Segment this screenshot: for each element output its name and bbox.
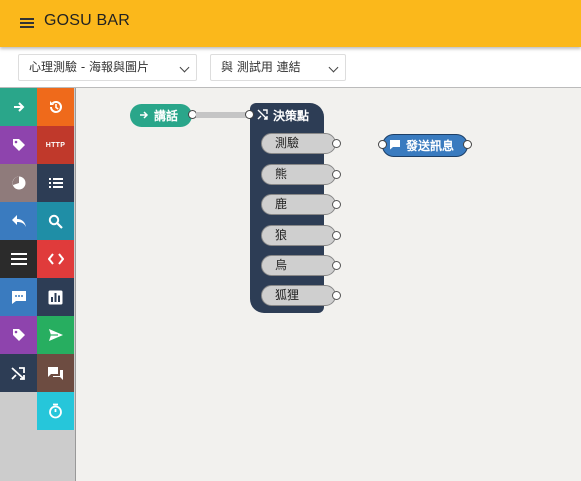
output-port[interactable] [332,200,341,209]
send-message-block[interactable]: 發送訊息 [378,134,472,157]
chat-dots-icon [11,290,27,305]
decision-option[interactable]: 熊 [261,164,341,185]
output-port[interactable] [332,170,341,179]
arrow-right-icon [12,100,26,114]
history-icon [48,99,64,115]
toolbox-reply-button[interactable] [0,202,37,240]
chat-icon [389,139,401,153]
toolbox-search-button[interactable] [37,202,74,240]
toolbox-talk-button[interactable] [0,88,37,126]
decision-block[interactable]: 決策點 測驗 熊 鹿 狼 烏 狐狸 [245,103,341,313]
output-port[interactable] [332,231,341,240]
toolbox-forum-button[interactable] [37,354,74,392]
pie-chart-icon [11,175,27,191]
block-toolbox: HTTP [0,88,76,481]
app-title: GOSU BAR [44,12,131,29]
output-port[interactable] [332,291,341,300]
chevron-down-icon [328,62,339,73]
decision-option[interactable]: 烏 [261,255,341,276]
option-label: 狐狸 [275,288,300,302]
toolbox-stats-button[interactable] [37,278,74,316]
decision-block-label: 決策點 [273,109,310,123]
toolbar: 心理測驗 - 海報與圖片 與 測試用 連結 [0,47,581,88]
toolbox-list-button[interactable] [37,164,74,202]
toolbox-tag-button[interactable] [0,126,37,164]
forum-icon [47,366,64,381]
link-select-value: 與 測試用 連結 [221,60,301,74]
search-icon [48,214,63,229]
decision-option[interactable]: 狐狸 [261,285,341,306]
shuffle-icon [11,366,26,381]
send-icon [48,328,64,342]
talk-block-label: 講話 [154,109,179,123]
toolbox-analytics-button[interactable] [0,164,37,202]
decision-option[interactable]: 狼 [261,225,341,246]
toolbox-history-button[interactable] [37,88,74,126]
bar-chart-icon [48,290,63,305]
timer-icon [48,403,63,419]
input-port[interactable] [378,140,387,149]
app-header: GOSU BAR [0,0,581,47]
option-label: 鹿 [275,197,288,211]
reply-icon [11,214,27,228]
option-label: 測驗 [275,136,300,150]
decision-option[interactable]: 測驗 [261,133,341,154]
talk-block[interactable]: 講話 [130,104,197,127]
output-port[interactable] [463,140,472,149]
toolbox-menu-button[interactable] [0,240,37,278]
toolbox-message-button[interactable] [0,278,37,316]
project-select[interactable]: 心理測驗 - 海報與圖片 [18,54,197,81]
shuffle-icon [257,108,273,123]
toolbox-timer-button[interactable] [37,392,74,430]
chevron-down-icon [179,62,190,73]
tag-icon [11,327,27,343]
connection-wire[interactable] [196,112,251,118]
project-select-value: 心理測驗 - 海報與圖片 [29,60,149,74]
decision-option[interactable]: 鹿 [261,194,341,215]
list-icon [48,176,64,190]
input-port[interactable] [245,110,254,119]
toolbox-decision-button[interactable] [0,354,37,392]
link-select[interactable]: 與 測試用 連結 [210,54,346,81]
option-label: 烏 [275,258,288,272]
arrow-right-icon [139,109,149,123]
hamburger-menu-icon[interactable] [20,17,34,29]
send-message-label: 發送訊息 [406,139,455,153]
option-label: 狼 [275,228,288,242]
toolbox-code-button[interactable] [37,240,74,278]
http-icon: HTTP [45,141,66,149]
toolbox-send-button[interactable] [37,316,74,354]
tag-icon [11,137,27,153]
code-icon [47,253,64,265]
menu-lines-icon [10,253,27,265]
output-port[interactable] [332,139,341,148]
toolbox-label-button[interactable] [0,316,37,354]
output-port[interactable] [332,261,341,270]
option-label: 熊 [275,167,288,181]
toolbox-http-button[interactable]: HTTP [37,126,74,164]
